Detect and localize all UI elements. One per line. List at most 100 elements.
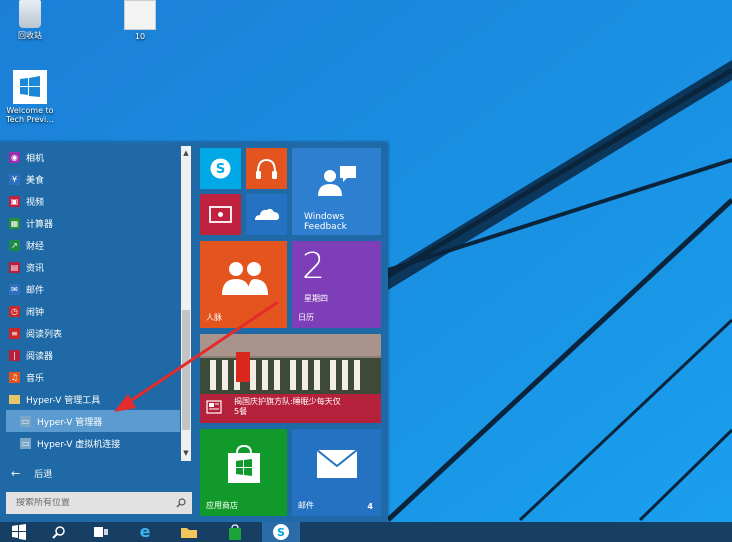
camera-icon: ◉ — [9, 151, 20, 163]
task-view-icon — [94, 527, 108, 537]
desktop-icon-welcome[interactable]: Welcome to Tech Previ... — [0, 70, 60, 124]
tile-store[interactable]: 应用商店 — [200, 429, 287, 516]
desktop-icon-label-line1: Welcome to — [6, 106, 54, 115]
app-item-label: Hyper-V 虚拟机连接 — [37, 439, 121, 450]
explorer-button[interactable] — [170, 522, 208, 542]
hyperv-connect-icon: ▭ — [20, 437, 31, 449]
finance-icon: ↗ — [9, 239, 20, 251]
file-thumbnail-icon — [124, 0, 156, 30]
folder-icon — [9, 394, 20, 404]
music-icon: ♫ — [9, 371, 20, 383]
app-item-label: 计算器 — [26, 219, 54, 230]
tile-mail[interactable]: 邮件 4 — [292, 429, 381, 516]
onedrive-icon — [255, 208, 279, 220]
app-item-label: 资讯 — [26, 263, 45, 274]
scroll-up-arrow-icon[interactable]: ▲ — [181, 148, 191, 158]
calendar-day-number: 2 — [302, 246, 325, 287]
people-icon — [222, 262, 268, 295]
reader-icon: ❘ — [9, 349, 20, 361]
app-item-calculator[interactable]: ▦ 计算器 — [0, 212, 180, 234]
ie-button[interactable]: e — [126, 522, 164, 542]
windows-logo-icon — [13, 70, 47, 104]
headphones-icon — [256, 158, 277, 179]
app-item-label: 美食 — [26, 175, 45, 186]
back-button-label: 后退 — [34, 469, 53, 480]
food-icon: ¥ — [9, 173, 20, 185]
app-item-hyperv-tools-folder[interactable]: Hyper-V 管理工具 — [0, 388, 180, 410]
desktop-icon-recycle-bin[interactable]: 回收站 — [0, 0, 60, 41]
app-item-hyperv-connect[interactable]: ▭ Hyper-V 虚拟机连接 — [0, 432, 180, 454]
video-icon — [209, 206, 232, 223]
svg-text:S: S — [216, 162, 225, 177]
calculator-icon: ▦ — [9, 217, 20, 229]
app-item-camera[interactable]: ◉ 相机 — [0, 146, 180, 168]
app-item-label: 财经 — [26, 241, 45, 252]
start-button[interactable] — [0, 522, 38, 542]
news-headline-line1: 揭国庆护旗方队:睡眠少每天仅 — [234, 397, 341, 406]
alarm-icon: ◷ — [9, 305, 20, 317]
tile-skype[interactable]: S — [200, 148, 241, 189]
hyperv-manager-icon: ▭ — [20, 415, 31, 427]
skype-icon: S — [273, 524, 289, 540]
app-item-label: 音乐 — [26, 373, 45, 384]
app-item-label: 阅读器 — [26, 351, 54, 362]
news-icon: ▤ — [9, 261, 20, 273]
reading-list-icon: ≡ — [9, 327, 20, 339]
store-icon — [229, 524, 241, 540]
tile-video[interactable] — [200, 194, 241, 235]
store-icon — [228, 444, 260, 483]
video-icon: ▣ — [9, 195, 20, 207]
app-item-alarm[interactable]: ◷ 闹钟 — [0, 300, 180, 322]
search-input[interactable] — [16, 498, 156, 508]
app-item-food[interactable]: ¥ 美食 — [0, 168, 180, 190]
tile-label-line1: Windows — [304, 212, 345, 222]
news-icon — [206, 400, 222, 414]
desktop-icon-file-10[interactable]: 10 — [110, 0, 170, 41]
tile-calendar[interactable]: 2 星期四 日历 — [292, 241, 381, 328]
tile-label: 应用商店 — [206, 501, 238, 510]
task-view-button[interactable] — [82, 522, 120, 542]
search-button[interactable] — [40, 522, 78, 542]
app-item-label: 阅读列表 — [26, 329, 63, 340]
tile-people[interactable]: 人脉 — [200, 241, 287, 328]
back-button[interactable]: ← 后退 — [0, 460, 192, 486]
news-photo-image — [200, 334, 381, 394]
app-item-music[interactable]: ♫ 音乐 — [0, 366, 180, 388]
app-item-hyperv-manager[interactable]: ▭ Hyper-V 管理器 — [6, 410, 180, 432]
app-item-video[interactable]: ▣ 视频 — [0, 190, 180, 212]
scroll-down-arrow-icon[interactable]: ▼ — [181, 448, 191, 458]
folder-icon — [181, 528, 197, 538]
tile-music[interactable] — [246, 148, 287, 189]
store-button[interactable] — [216, 522, 254, 542]
windows-icon — [12, 524, 26, 540]
app-item-news[interactable]: ▤ 资讯 — [0, 256, 180, 278]
skype-icon: S — [210, 158, 231, 179]
scrollbar-thumb[interactable] — [182, 310, 190, 430]
app-item-label: 视频 — [26, 197, 45, 208]
tile-label: 邮件 — [298, 501, 314, 510]
taskbar: e S — [0, 522, 732, 542]
app-item-mail[interactable]: ✉ 邮件 — [0, 278, 180, 300]
search-icon — [52, 526, 65, 539]
feedback-icon — [318, 166, 356, 196]
back-arrow-icon: ← — [11, 466, 21, 480]
tile-windows-feedback[interactable]: Windows Feedback — [292, 148, 381, 235]
app-item-label: 闹钟 — [26, 307, 45, 318]
svg-text:S: S — [277, 526, 285, 539]
app-item-reading-list[interactable]: ≡ 阅读列表 — [0, 322, 180, 344]
tile-onedrive[interactable] — [246, 194, 287, 235]
search-box[interactable] — [6, 492, 192, 514]
app-list: ◉ 相机 ¥ 美食 ▣ 视频 ▦ 计算器 ↗ 财经 ▤ 资讯 ✉ 邮件 ◷ 闹钟 — [0, 146, 180, 461]
desktop-icon-label-line2: Tech Previ... — [6, 115, 54, 124]
desktop-icon-label: 10 — [134, 32, 146, 41]
search-icon — [176, 498, 186, 508]
mail-icon: ✉ — [9, 283, 20, 295]
app-item-label: 邮件 — [26, 285, 45, 296]
app-item-reader[interactable]: ❘ 阅读器 — [0, 344, 180, 366]
tile-news[interactable]: 揭国庆护旗方队:睡眠少每天仅 5餐 — [200, 334, 381, 423]
mail-icon — [316, 449, 358, 478]
skype-button[interactable]: S — [262, 522, 300, 542]
app-item-finance[interactable]: ↗ 财经 — [0, 234, 180, 256]
app-item-label: Hyper-V 管理器 — [37, 417, 103, 428]
app-item-label: Hyper-V 管理工具 — [26, 395, 101, 406]
